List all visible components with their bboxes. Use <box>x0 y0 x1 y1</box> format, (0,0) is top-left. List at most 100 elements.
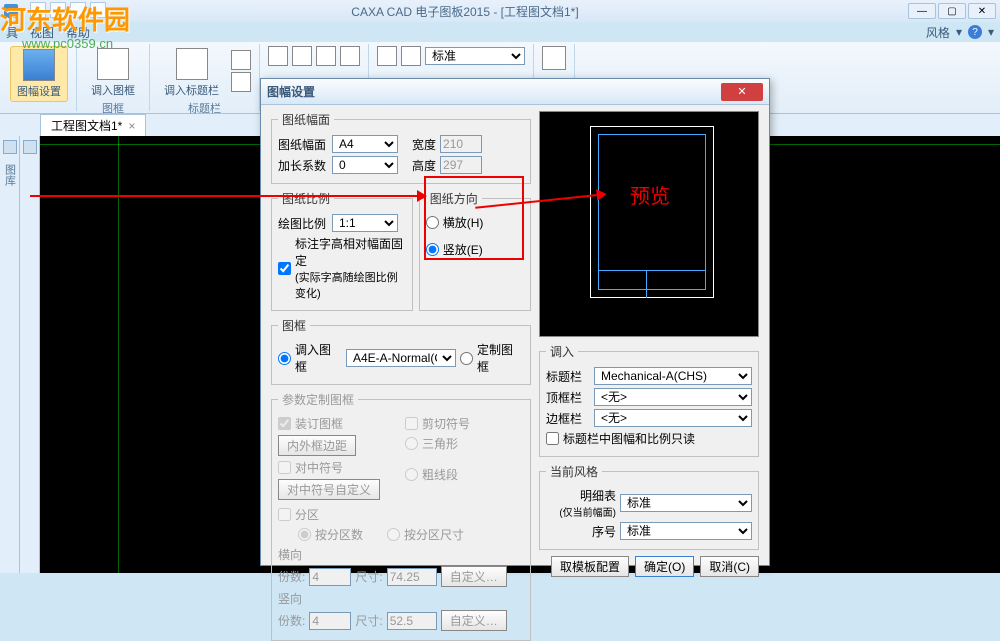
ribbon-tool-icon[interactable] <box>268 46 288 66</box>
ribbon-tool-icon[interactable] <box>340 46 360 66</box>
lock-height-checkbox[interactable] <box>278 262 291 275</box>
preview-panel: 预览 <box>539 111 759 337</box>
v-size-input <box>387 612 437 630</box>
minimize-button[interactable]: — <box>908 3 936 19</box>
scale-group: 图纸比例 绘图比例 1:1 标注字高相对幅面固定 (实际字高随绘图比例变化) <box>271 190 413 311</box>
import-frame-radio[interactable] <box>278 352 291 365</box>
app-icon <box>4 4 18 18</box>
ribbon-brush-icon[interactable] <box>401 46 421 66</box>
close-button[interactable]: ✕ <box>968 3 996 19</box>
frame-group: 图框 调入图框 A4E-A-Normal(CHS) 定制图框 <box>271 317 531 385</box>
cancel-button[interactable]: 取消(C) <box>700 556 759 577</box>
dialog-close-button[interactable]: ✕ <box>721 83 763 101</box>
left-sidebar-2 <box>20 136 40 573</box>
qat-save-icon[interactable] <box>30 2 46 18</box>
ribbon-tool-icon[interactable] <box>316 46 336 66</box>
load-group: 调入 标题栏Mechanical-A(CHS) 顶框栏<无> 边框栏<无> 标题… <box>539 343 759 457</box>
legend: 当前风格 <box>546 463 602 480</box>
byzone-radio <box>298 528 311 541</box>
bind-checkbox <box>278 417 291 430</box>
h-size-input <box>387 568 437 586</box>
qat-undo-icon[interactable] <box>50 2 66 18</box>
portrait-radio[interactable] <box>426 243 439 256</box>
label: 横放(H) <box>443 214 484 231</box>
text-tool-icon[interactable] <box>542 46 566 70</box>
menu-item[interactable]: 帮助 <box>66 24 90 41</box>
tab-close-icon[interactable]: × <box>128 119 135 133</box>
preview-titleblock <box>598 270 706 298</box>
label: 高度 <box>412 157 436 174</box>
menubar: 具 视图 帮助 风格 ▾ ? ▾ <box>0 22 1000 42</box>
seq-style-select[interactable]: 标准 <box>620 522 752 540</box>
import-frame-icon <box>97 48 129 80</box>
ribbon-frame-settings[interactable]: 图幅设置 <box>10 46 68 102</box>
custom-button: 自定义… <box>441 610 507 631</box>
sideframe-select[interactable]: <无> <box>594 409 752 427</box>
ribbon-brush-icon[interactable] <box>377 46 397 66</box>
paper-size-select[interactable]: A4 <box>332 135 398 153</box>
dialog-titlebar[interactable]: 图幅设置 ✕ <box>261 79 769 105</box>
margin-button: 内外框边距 <box>278 435 356 456</box>
label: 加长系数 <box>278 157 328 174</box>
cut-checkbox <box>405 417 418 430</box>
detail-style-select[interactable]: 标准 <box>620 494 752 512</box>
legend: 图纸比例 <box>278 190 334 207</box>
preview-grid <box>646 270 706 298</box>
tab-label: 工程图文档1* <box>51 117 122 134</box>
label: 明细表 <box>546 487 616 504</box>
ribbon-small-icon[interactable] <box>231 50 251 70</box>
preview-label: 预览 <box>630 180 670 209</box>
scale-select[interactable]: 1:1 <box>332 214 398 232</box>
extension-select[interactable]: 0 <box>332 156 398 174</box>
ribbon-small-icon[interactable] <box>231 72 251 92</box>
titleblock-icon <box>176 48 208 80</box>
paper-size-group: 图纸幅面 图纸幅面 A4 宽度 加长系数 0 高度 <box>271 111 531 184</box>
maximize-button[interactable]: ▢ <box>938 3 966 19</box>
ribbon-import-frame[interactable]: 调入图框 <box>85 46 141 100</box>
params-group: 参数定制图框 装订图框 内外框边距 对中符号 对中符号自定义 剪切符号 三角形 … <box>271 391 531 641</box>
group-caption: 标题栏 <box>188 100 221 116</box>
label: 定制图框 <box>477 341 524 375</box>
help-icon[interactable]: ? <box>968 25 982 39</box>
style-group: 当前风格 明细表 (仅当前幅面) 标准 序号标准 <box>539 463 759 550</box>
label: 竖放(E) <box>443 241 483 258</box>
custom-frame-radio[interactable] <box>460 352 473 365</box>
landscape-radio[interactable] <box>426 216 439 229</box>
template-button[interactable]: 取模板配置 <box>551 556 629 577</box>
triangle-radio <box>405 437 418 450</box>
sidebar-label[interactable]: 图库 <box>2 164 18 186</box>
quick-access-toolbar <box>30 2 106 18</box>
menu-item[interactable]: 具 <box>6 24 18 41</box>
label: 图纸幅面 <box>278 136 328 153</box>
label: 调入图框 <box>295 341 342 375</box>
ok-button[interactable]: 确定(O) <box>635 556 694 577</box>
frame-settings-icon <box>23 49 55 81</box>
preview-inner-frame <box>598 134 706 290</box>
sidebar-toggle-icon[interactable] <box>23 140 37 154</box>
thick-radio <box>405 468 418 481</box>
center-checkbox <box>278 461 291 474</box>
document-tab[interactable]: 工程图文档1* × <box>40 114 146 136</box>
qat-print-icon[interactable] <box>90 2 106 18</box>
label: 标题栏中图幅和比例只读 <box>563 430 695 447</box>
topframe-select[interactable]: <无> <box>594 388 752 406</box>
qat-redo-icon[interactable] <box>70 2 86 18</box>
ribbon-tool-icon[interactable] <box>292 46 312 66</box>
annotation-arrow <box>30 195 425 197</box>
h-count-input <box>309 568 351 586</box>
center-custom-button: 对中符号自定义 <box>278 479 380 500</box>
style-dropdown[interactable]: 标准 <box>425 47 525 65</box>
readonly-checkbox[interactable] <box>546 432 559 445</box>
window-titlebar: CAXA CAD 电子图板2015 - [工程图文档1*] — ▢ ✕ <box>0 0 1000 22</box>
sidebar-toggle-icon[interactable] <box>3 140 17 154</box>
legend: 调入 <box>546 343 578 360</box>
menu-item[interactable]: 视图 <box>30 24 54 41</box>
custom-button: 自定义… <box>441 566 507 587</box>
width-input <box>440 135 482 153</box>
frame-settings-dialog: 图幅设置 ✕ 图纸幅面 图纸幅面 A4 宽度 加长系数 0 高度 <box>260 78 770 566</box>
ribbon-import-titleblock[interactable]: 调入标题栏 <box>158 46 225 100</box>
titleblock-select[interactable]: Mechanical-A(CHS) <box>594 367 752 385</box>
label: 宽度 <box>412 136 436 153</box>
frame-select[interactable]: A4E-A-Normal(CHS) <box>346 349 456 367</box>
style-label[interactable]: 风格 <box>926 24 950 41</box>
